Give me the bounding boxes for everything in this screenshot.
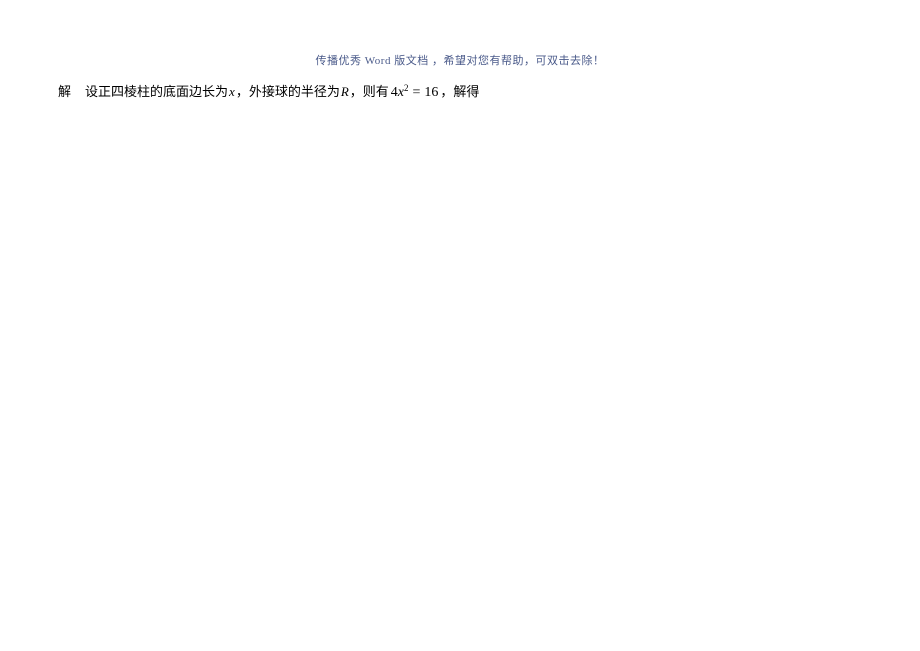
solution-line: 解 设正四棱柱的底面边长为 x ，外接球的半径为 R ，则有 4x2=16 ，解… [58,80,862,105]
text-part-4: ，解得 [440,80,479,103]
math-expression-equation: 4x2=16 [389,80,441,105]
header-watermark: 传播优秀 Word 版文档 ，希望对您有帮助，可双击去除！ [58,52,862,68]
math-number: 16 [424,80,438,105]
document-page: 传播优秀 Word 版文档 ，希望对您有帮助，可双击去除！ 解 设正四棱柱的底面… [0,0,920,105]
answer-label: 解 [58,80,71,103]
text-part-3: ，则有 [350,80,389,103]
text-part-1: 设正四棱柱的底面边长为 [85,80,228,103]
math-superscript: 2 [404,80,409,96]
math-equals: = [409,80,425,105]
math-coefficient: 4 [391,80,398,105]
text-part-2: ，外接球的半径为 [236,80,340,103]
math-variable-x: x [228,80,236,103]
math-variable-r: R [340,80,350,103]
